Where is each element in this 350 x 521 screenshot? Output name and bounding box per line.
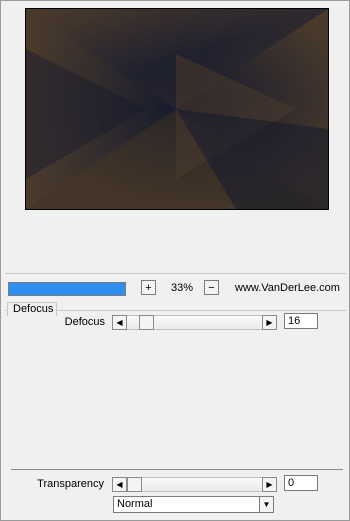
defocus-group: Defocus Defocus ◀ ▶ 16 xyxy=(5,302,346,466)
transparency-slider-thumb[interactable] xyxy=(127,477,142,492)
transparency-left-arrow-icon[interactable]: ◀ xyxy=(112,477,127,492)
zoom-out-button[interactable]: − xyxy=(204,280,219,295)
group-title: Defocus xyxy=(11,303,56,315)
blend-mode-value: Normal xyxy=(117,498,153,510)
zoom-toolbar: + 33% − www.VanDerLee.com xyxy=(5,279,346,299)
plugin-window: + 33% − www.VanDerLee.com Defocus Defocu… xyxy=(0,0,350,521)
defocus-label: Defocus xyxy=(64,316,105,328)
preview-pane xyxy=(5,1,346,274)
bottom-divider xyxy=(11,469,343,470)
preview-image xyxy=(25,8,329,210)
transparency-slider[interactable]: ◀ ▶ xyxy=(112,477,277,492)
website-link[interactable]: www.VanDerLee.com xyxy=(235,282,340,294)
defocus-value-input[interactable]: 16 xyxy=(284,313,318,329)
chevron-down-icon[interactable]: ▼ xyxy=(259,496,274,513)
transparency-value-input[interactable]: 0 xyxy=(284,475,318,491)
defocus-slider[interactable]: ◀ ▶ xyxy=(112,315,277,330)
blend-mode-select[interactable]: Normal ▼ xyxy=(113,496,274,513)
defocus-right-arrow-icon[interactable]: ▶ xyxy=(262,315,277,330)
zoom-in-button[interactable]: + xyxy=(141,280,156,295)
progress-bar xyxy=(8,282,126,296)
transparency-right-arrow-icon[interactable]: ▶ xyxy=(262,477,277,492)
defocus-left-arrow-icon[interactable]: ◀ xyxy=(112,315,127,330)
transparency-label: Transparency xyxy=(37,478,104,490)
defocus-slider-thumb[interactable] xyxy=(139,315,155,330)
zoom-level: 33% xyxy=(171,282,194,294)
